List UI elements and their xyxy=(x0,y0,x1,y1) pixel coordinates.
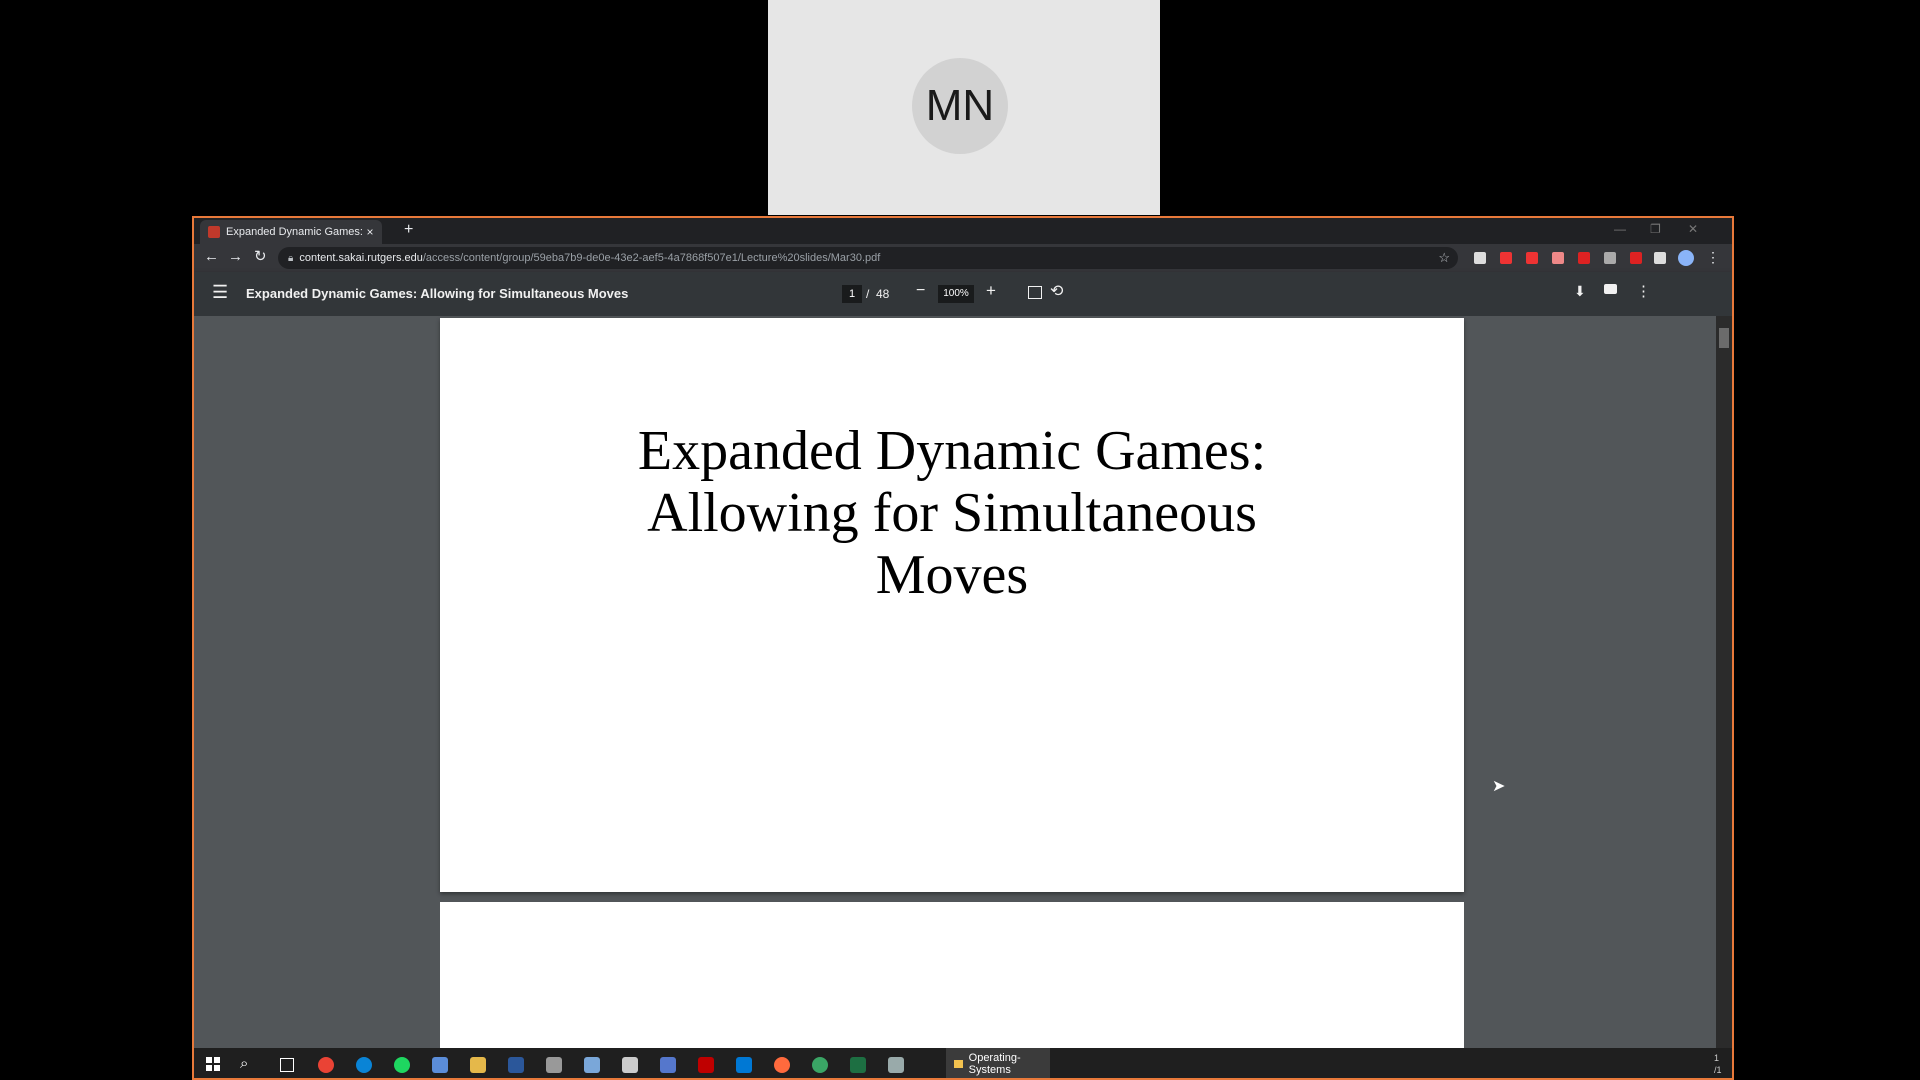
system-tray-clock[interactable]: 1 /1 xyxy=(1714,1052,1722,1076)
browser-toolbar: ← → ↻ 🔒︎ content.sakai.rutgers.edu /acce… xyxy=(194,244,1732,272)
tray-time: 1 xyxy=(1714,1053,1720,1063)
taskbar-app-icon[interactable] xyxy=(660,1057,676,1073)
close-window-icon[interactable]: ✕ xyxy=(1688,222,1698,236)
scrollbar-thumb[interactable] xyxy=(1719,328,1729,348)
forward-icon[interactable]: → xyxy=(228,249,243,265)
zoom-in-button[interactable]: + xyxy=(986,281,996,301)
minimize-icon[interactable]: — xyxy=(1614,222,1626,236)
avatar: MN xyxy=(912,58,1008,154)
pdf-favicon-icon xyxy=(208,226,220,238)
slide-title-line: Moves xyxy=(875,544,1029,606)
windows-start-icon[interactable] xyxy=(206,1057,220,1071)
slide-title: Expanded Dynamic Games: Allowing for Sim… xyxy=(440,420,1464,606)
page-separator: / xyxy=(866,287,870,301)
slide-title-line: Expanded Dynamic Games: xyxy=(637,420,1267,482)
pdf-viewer[interactable]: Expanded Dynamic Games: Allowing for Sim… xyxy=(194,316,1716,1048)
taskbar-active-window[interactable]: Operating-Systems xyxy=(946,1048,1050,1078)
taskbar-app-icon[interactable] xyxy=(698,1057,714,1073)
taskbar-app-icon[interactable] xyxy=(622,1057,638,1073)
more-options-icon[interactable]: ⋮ xyxy=(1636,282,1651,300)
slide-title-line: Allowing for Simultaneous xyxy=(647,482,1257,544)
taskbar-app-icon[interactable] xyxy=(546,1057,562,1073)
tab-title: Expanded Dynamic Games: Allo xyxy=(226,226,362,238)
taskbar-app-icon[interactable] xyxy=(356,1057,372,1073)
lock-icon: 🔒︎ xyxy=(288,252,294,264)
rotate-icon[interactable]: ⟲ xyxy=(1050,281,1063,301)
extension-icon[interactable] xyxy=(1578,252,1590,264)
taskbar-app-icon[interactable] xyxy=(736,1057,752,1073)
tab-close-icon[interactable]: × xyxy=(362,225,378,239)
taskbar-app-icon[interactable] xyxy=(508,1057,524,1073)
taskbar-app-icon[interactable] xyxy=(584,1057,600,1073)
url-path: /access/content/group/59eba7b9-de0e-43e2… xyxy=(422,252,881,264)
extension-icon[interactable] xyxy=(1604,252,1616,264)
search-icon[interactable]: ⌕ xyxy=(240,1055,248,1072)
taskbar-app-icon[interactable] xyxy=(888,1057,904,1073)
pdf-title: Expanded Dynamic Games: Allowing for Sim… xyxy=(246,286,629,301)
taskbar-app-icon[interactable] xyxy=(774,1057,790,1073)
profile-avatar-icon[interactable] xyxy=(1678,250,1694,266)
folder-icon xyxy=(954,1060,963,1068)
page-total: 48 xyxy=(876,287,890,301)
extension-icon[interactable] xyxy=(1474,252,1486,264)
address-bar[interactable]: 🔒︎ content.sakai.rutgers.edu /access/con… xyxy=(278,247,1458,269)
url-host: content.sakai.rutgers.edu xyxy=(299,252,423,264)
print-icon[interactable] xyxy=(1604,284,1617,294)
bookmark-star-icon[interactable]: ☆ xyxy=(1438,250,1450,266)
participant-tile: MN xyxy=(768,0,1160,215)
page-number-input[interactable]: 1 xyxy=(842,285,862,303)
new-tab-button[interactable]: + xyxy=(404,221,413,239)
pdf-page: Expanded Dynamic Games: Allowing for Sim… xyxy=(440,318,1464,892)
scrollbar[interactable] xyxy=(1716,316,1732,1048)
pdf-page xyxy=(440,902,1464,1048)
shared-screen: Expanded Dynamic Games: Allo × + — ❐ ✕ ←… xyxy=(192,216,1734,1080)
zoom-out-button[interactable]: − xyxy=(916,282,925,300)
pdf-toolbar: ☰ Expanded Dynamic Games: Allowing for S… xyxy=(194,272,1732,316)
active-window-label: Operating-Systems xyxy=(968,1052,1021,1076)
task-view-icon[interactable] xyxy=(280,1058,294,1072)
taskbar-app-icon[interactable] xyxy=(850,1057,866,1073)
taskbar-app-icon[interactable] xyxy=(470,1057,486,1073)
back-icon[interactable]: ← xyxy=(204,249,219,265)
extension-icon[interactable] xyxy=(1526,252,1538,264)
browser-menu-icon[interactable]: ⋮ xyxy=(1706,249,1720,266)
taskbar-app-icon[interactable] xyxy=(318,1057,334,1073)
reload-icon[interactable]: ↻ xyxy=(254,249,267,265)
fit-page-icon[interactable] xyxy=(1028,286,1042,299)
extension-icon[interactable] xyxy=(1552,252,1564,264)
tab-strip: Expanded Dynamic Games: Allo × + — ❐ ✕ xyxy=(194,218,1732,244)
browser-tab[interactable]: Expanded Dynamic Games: Allo × xyxy=(200,220,382,244)
tray-date: /1 xyxy=(1714,1065,1722,1075)
extension-icon[interactable] xyxy=(1630,252,1642,264)
sidebar-menu-icon[interactable]: ☰ xyxy=(212,282,228,303)
extension-icon[interactable] xyxy=(1500,252,1512,264)
download-icon[interactable]: ⬇ xyxy=(1574,283,1586,300)
taskbar-app-icon[interactable] xyxy=(394,1057,410,1073)
zoom-input[interactable]: 100% xyxy=(938,285,974,303)
puzzle-extensions-icon[interactable] xyxy=(1654,252,1666,264)
taskbar: ⌕ Operating-Systems 1 /1 xyxy=(194,1048,1732,1078)
mouse-cursor-icon: ➤ xyxy=(1492,778,1506,795)
taskbar-app-icon[interactable] xyxy=(432,1057,448,1073)
taskbar-app-icon[interactable] xyxy=(812,1057,828,1073)
maximize-icon[interactable]: ❐ xyxy=(1650,222,1661,236)
